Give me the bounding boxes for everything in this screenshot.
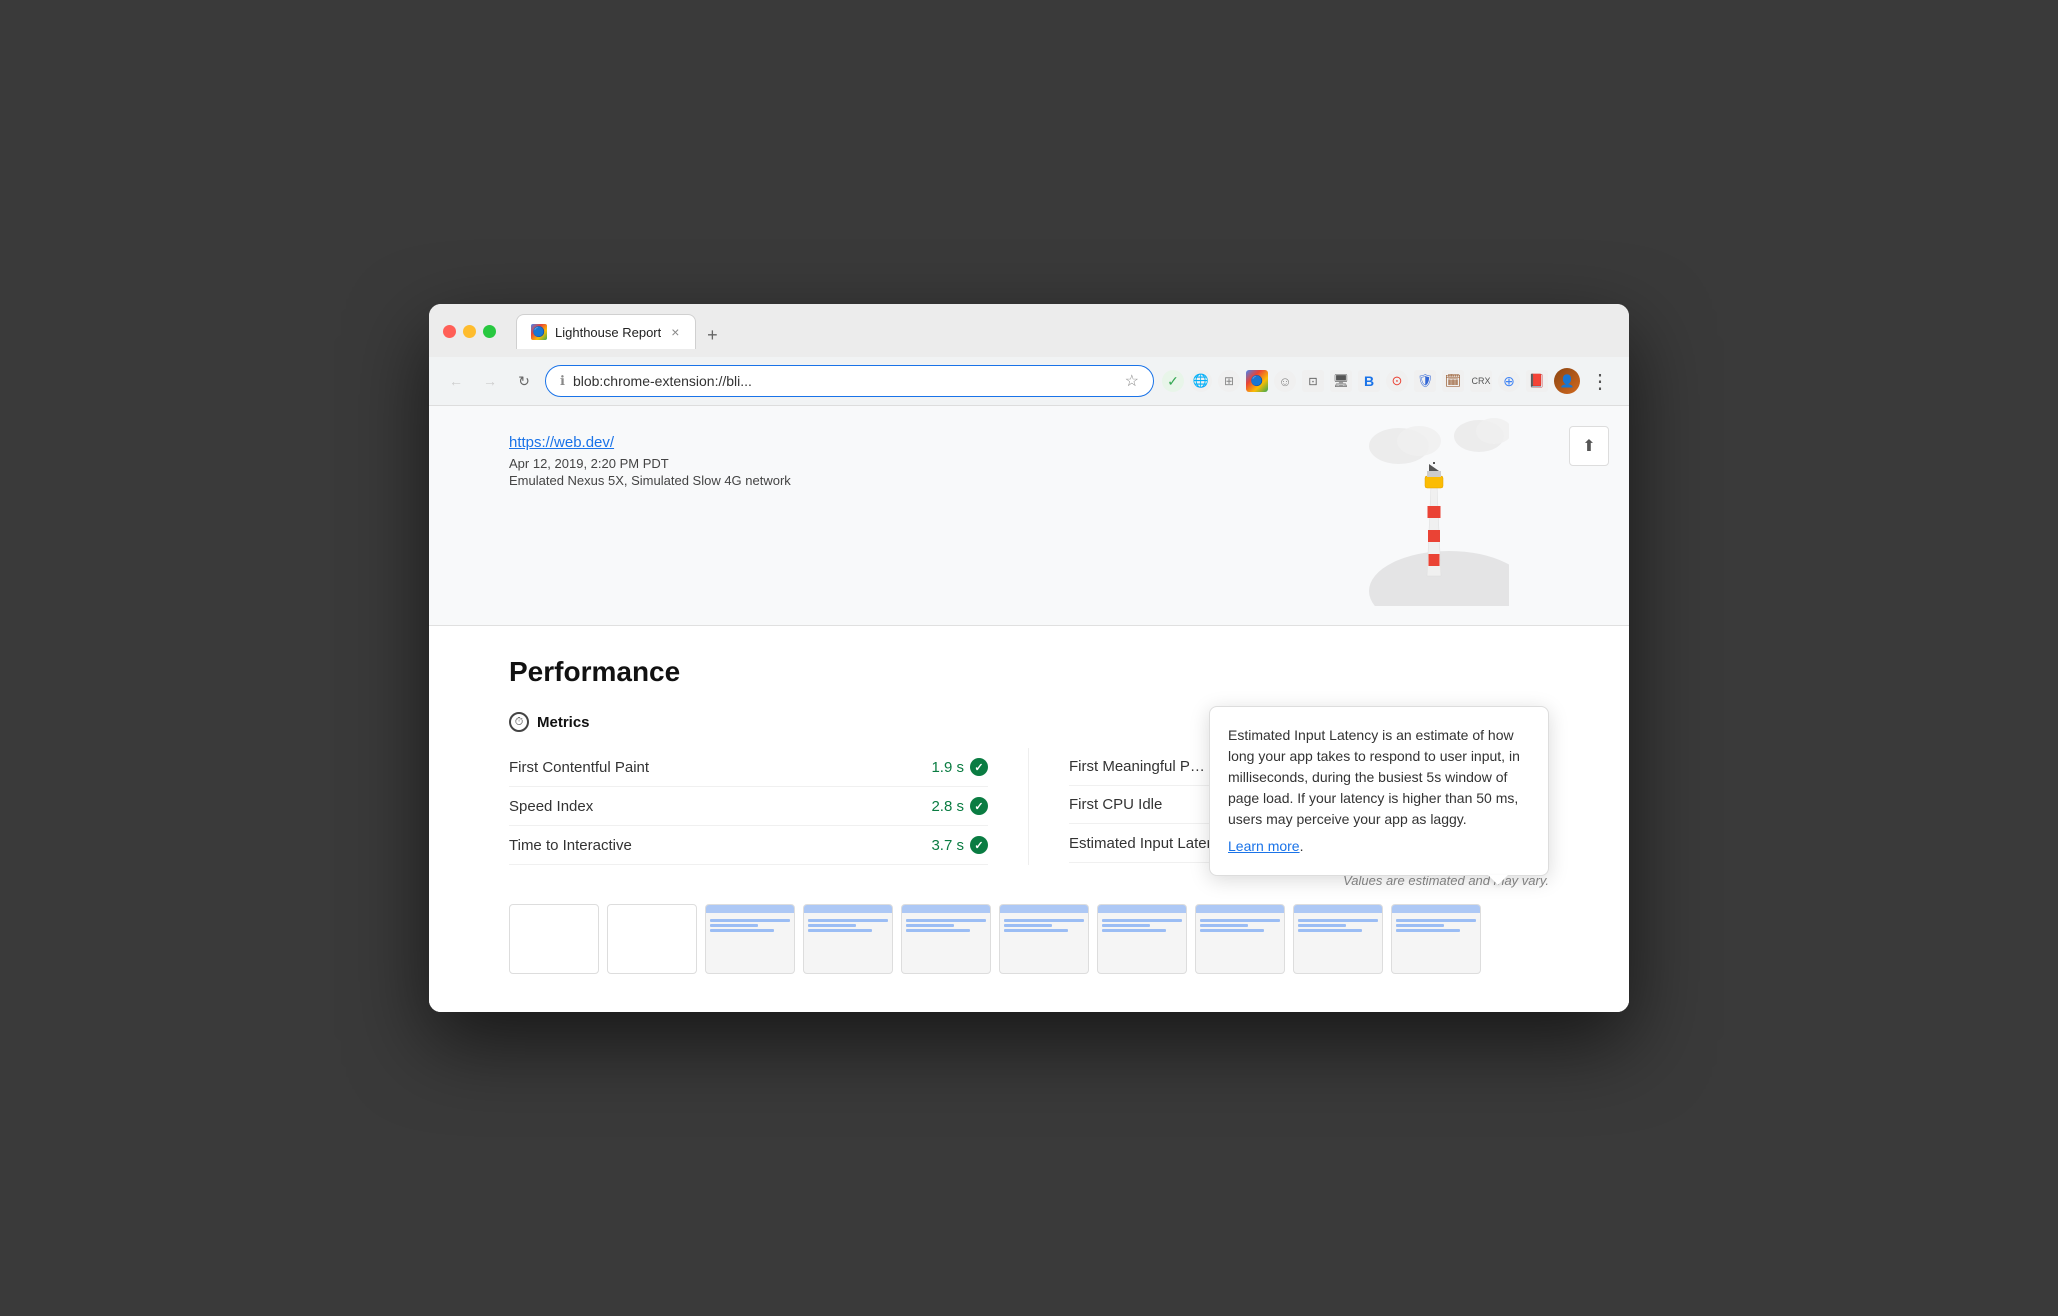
page-content: https://web.dev/ Apr 12, 2019, 2:20 PM P…	[429, 406, 1629, 1012]
extension-lighthouse-icon[interactable]: 🔵	[1246, 370, 1268, 392]
forward-button[interactable]: →	[477, 368, 503, 394]
tti-val-text: 3.7 s	[931, 837, 964, 854]
url-text: blob:chrome-extension://bli...	[573, 373, 1117, 389]
extension-crx-icon[interactable]: CRX	[1470, 370, 1492, 392]
new-tab-button[interactable]: +	[698, 321, 726, 349]
fci-label: First CPU Idle	[1069, 796, 1162, 813]
extension-book-icon[interactable]: 📕	[1526, 370, 1548, 392]
extension-smiley-icon[interactable]: ☺	[1274, 370, 1296, 392]
tti-check-icon	[970, 836, 988, 854]
si-value: 2.8 s	[931, 797, 988, 815]
avatar-image: 👤	[1554, 368, 1580, 394]
tooltip-text: Estimated Input Latency is an estimate o…	[1228, 725, 1530, 830]
chrome-menu-button[interactable]: ⋮	[1586, 369, 1615, 394]
fcp-value: 1.9 s	[931, 758, 988, 776]
fcp-label: First Contentful Paint	[509, 759, 649, 776]
performance-section: Performance ⏱ Metrics First Contentful P…	[429, 626, 1629, 1012]
tti-label: Time to Interactive	[509, 837, 632, 854]
filmstrip-frame-7	[1097, 904, 1187, 974]
secure-icon: ℹ	[560, 373, 565, 389]
minimize-window-button[interactable]	[463, 325, 476, 338]
extension-globe-icon[interactable]: 🌐	[1190, 370, 1212, 392]
maximize-window-button[interactable]	[483, 325, 496, 338]
close-window-button[interactable]	[443, 325, 456, 338]
tti-value: 3.7 s	[931, 836, 988, 854]
share-icon: ⬆	[1582, 436, 1595, 456]
metric-row-fcp: First Contentful Paint 1.9 s	[509, 748, 988, 787]
metrics-label: Metrics	[537, 714, 590, 731]
header-info: https://web.dev/ Apr 12, 2019, 2:20 PM P…	[509, 430, 791, 488]
url-bar[interactable]: ℹ blob:chrome-extension://bli... ☆	[545, 365, 1154, 397]
filmstrip-frame-3	[705, 904, 795, 974]
extensions-area: ✓ 🌐 ⊞ 🔵 ☺ ⊡ 🖥 B ⊙ 🛡 🗓 CRX ⊕ 📕 👤 ⋮	[1162, 368, 1615, 394]
fcp-val-text: 1.9 s	[931, 759, 964, 776]
performance-title: Performance	[509, 656, 1549, 688]
filmstrip-frame-1	[509, 904, 599, 974]
metrics-icon: ⏱	[509, 712, 529, 732]
extension-calendar-icon[interactable]: 🗓	[1442, 370, 1464, 392]
active-tab[interactable]: 🔵 Lighthouse Report ×	[516, 314, 696, 349]
tabs-row: 🔵 Lighthouse Report × +	[516, 314, 726, 349]
tab-title: Lighthouse Report	[555, 325, 661, 340]
report-date: Apr 12, 2019, 2:20 PM PDT	[509, 456, 791, 471]
si-val-text: 2.8 s	[931, 798, 964, 815]
eil-label: Estimated Input Latency	[1069, 835, 1230, 852]
filmstrip-frame-5	[901, 904, 991, 974]
extension-red-icon[interactable]: ⊙	[1386, 370, 1408, 392]
share-button[interactable]: ⬆	[1569, 426, 1609, 466]
metric-row-si: Speed Index 2.8 s	[509, 787, 988, 826]
filmstrip-row	[509, 888, 1549, 982]
extension-kbd-icon[interactable]: ⊡	[1302, 370, 1324, 392]
bookmark-icon[interactable]: ☆	[1125, 371, 1139, 391]
reload-button[interactable]: ↻	[511, 368, 537, 394]
extension-settings-icon[interactable]: ⊕	[1498, 370, 1520, 392]
extension-shield-icon[interactable]: 🛡	[1414, 370, 1436, 392]
browser-window: 🔵 Lighthouse Report × + ← → ↻ ℹ blob:chr…	[429, 304, 1629, 1012]
traffic-lights	[443, 325, 496, 338]
extension-monitor-icon[interactable]: 🖥	[1330, 370, 1352, 392]
metric-row-tti: Time to Interactive 3.7 s	[509, 826, 988, 865]
fcp-check-icon	[970, 758, 988, 776]
tooltip-box: Estimated Input Latency is an estimate o…	[1209, 706, 1549, 876]
extension-b-icon[interactable]: B	[1358, 370, 1380, 392]
address-bar: ← → ↻ ℹ blob:chrome-extension://bli... ☆…	[429, 357, 1629, 406]
filmstrip-frame-6	[999, 904, 1089, 974]
page-url-link[interactable]: https://web.dev/	[509, 434, 614, 451]
si-check-icon	[970, 797, 988, 815]
back-button[interactable]: ←	[443, 368, 469, 394]
fmp-label: First Meaningful P…	[1069, 758, 1205, 775]
filmstrip-frame-4	[803, 904, 893, 974]
metrics-left-column: First Contentful Paint 1.9 s Speed Index…	[509, 748, 1029, 865]
title-bar: 🔵 Lighthouse Report × +	[429, 304, 1629, 357]
tab-close-button[interactable]: ×	[669, 322, 681, 342]
lighthouse-illustration	[1349, 406, 1549, 606]
filmstrip-frame-10	[1391, 904, 1481, 974]
si-label: Speed Index	[509, 798, 593, 815]
filmstrip-frame-9	[1293, 904, 1383, 974]
extension-grid-icon[interactable]: ⊞	[1218, 370, 1240, 392]
lighthouse-header: https://web.dev/ Apr 12, 2019, 2:20 PM P…	[429, 406, 1629, 626]
filmstrip-frame-8	[1195, 904, 1285, 974]
tooltip-period: .	[1300, 838, 1304, 854]
user-avatar[interactable]: 👤	[1554, 368, 1580, 394]
tab-favicon: 🔵	[531, 324, 547, 340]
extension-check-icon[interactable]: ✓	[1162, 370, 1184, 392]
filmstrip-frame-2	[607, 904, 697, 974]
learn-more-link[interactable]: Learn more	[1228, 838, 1300, 854]
report-device: Emulated Nexus 5X, Simulated Slow 4G net…	[509, 473, 791, 488]
